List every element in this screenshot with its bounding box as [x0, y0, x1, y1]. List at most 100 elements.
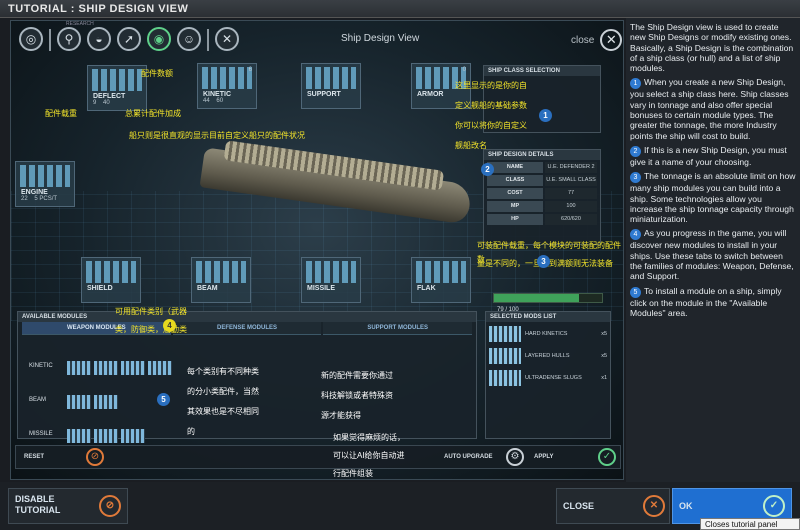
annotation: 科技解锁或者特殊资 — [321, 391, 393, 400]
slot-kinetic[interactable]: 6 KINETIC 44 60 — [197, 63, 257, 109]
research-icon[interactable]: ⚲ — [57, 27, 81, 51]
annotation: 其效果也是不尽相同 — [187, 407, 259, 416]
module-item[interactable] — [67, 429, 91, 443]
tooltip: Closes tutorial panel — [700, 518, 800, 530]
module-item[interactable] — [121, 429, 145, 443]
module-item[interactable] — [148, 361, 172, 375]
number-badge: 3 — [630, 172, 641, 184]
check-icon: ✓ — [763, 495, 785, 517]
galaxy-icon[interactable]: ◎ — [19, 27, 43, 51]
ship-design-icon[interactable]: ◉ — [147, 27, 171, 51]
annotation: 每个类别有不同种类 — [187, 367, 259, 376]
slot-deflect[interactable]: DEFLECT 9 40 — [87, 65, 147, 111]
slot-label: MISSILE — [307, 285, 336, 292]
module-item[interactable] — [67, 361, 91, 375]
fleet-icon[interactable]: ➚ — [117, 27, 141, 51]
sidebar-item: 4 As you progress in the game, you will d… — [630, 228, 794, 282]
panel-header: AVAILABLE MODULES — [18, 312, 476, 322]
slot-label: ENGINE — [21, 189, 48, 196]
close-button[interactable]: CLOSE ✕ — [556, 488, 670, 524]
list-item[interactable]: LAYERED HULLS x5 — [489, 346, 607, 366]
annotation: 类，防御类，后勤类 — [115, 325, 187, 334]
kinetic-icon — [202, 67, 252, 89]
auto-upgrade-button[interactable]: AUTO UPGRADE — [444, 454, 493, 460]
module-row-beam[interactable]: BEAM — [29, 395, 118, 409]
slot-number: 0 — [462, 67, 466, 73]
apply-button[interactable]: APPLY — [534, 454, 553, 460]
annotation: 的分小类配件，当然 — [187, 387, 259, 396]
slot-engine[interactable]: ENGINE 22 5 PCS/T — [15, 161, 75, 207]
module-item[interactable] — [94, 429, 118, 443]
research-tag: RESEARCH — [66, 21, 94, 27]
slot-label: SHIELD — [87, 285, 113, 292]
close-button-label: CLOSE — [563, 501, 595, 511]
slot-label: KINETIC — [203, 91, 231, 98]
module-item[interactable] — [121, 361, 145, 375]
diplomacy-icon[interactable]: ☺ — [177, 27, 201, 51]
slot-beam[interactable]: BEAM — [191, 257, 251, 303]
module-bars — [67, 429, 145, 443]
slot-flak[interactable]: FLAK — [411, 257, 471, 303]
annotation: 行配件组装 — [333, 469, 373, 478]
module-bars — [67, 395, 118, 409]
module-tabs: WEAPON MODULES DEFENSE MODULES SUPPORT M… — [22, 322, 473, 335]
panel-header: SHIP DESIGN DETAILS — [484, 150, 600, 160]
number-badge: 4 — [630, 229, 641, 241]
slot-counts: 44 60 — [203, 98, 224, 104]
sidebar-intro: The Ship Design view is used to create n… — [630, 22, 794, 74]
toolbar-separator — [207, 29, 209, 51]
tab-support-modules[interactable]: SUPPORT MODULES — [323, 322, 473, 335]
annotation: 新的配件需要你通过 — [321, 371, 393, 380]
slot-missile[interactable]: MISSILE — [301, 257, 361, 303]
slot-label: BEAM — [197, 285, 218, 292]
close-view-button[interactable]: close ✕ — [571, 29, 623, 51]
panel-header: SHIP CLASS SELECTION — [484, 66, 600, 76]
slot-label: DEFLECT — [93, 93, 126, 100]
module-item[interactable] — [67, 395, 91, 409]
disable-tutorial-button[interactable]: DISABLE TUTORIAL ⊘ — [8, 488, 128, 524]
slot-support[interactable]: SUPPORT — [301, 63, 361, 109]
annotation: 可以让AI给你自动进 — [333, 451, 405, 460]
module-item[interactable] — [94, 361, 118, 375]
annotation: 配件载重 — [45, 109, 77, 118]
annotation: 这里显示的是你的自 — [455, 81, 527, 90]
annotation: 配件数额 — [141, 69, 173, 78]
module-item[interactable] — [94, 395, 118, 409]
auto-upgrade-icon[interactable]: ⚙ — [506, 448, 524, 466]
window-title: TUTORIAL : SHIP DESIGN VIEW — [0, 0, 800, 18]
flak-icon — [416, 261, 466, 283]
close-icon: ✕ — [643, 495, 665, 517]
list-item[interactable]: HARD KINETICS x5 — [489, 324, 607, 344]
tutorial-sidebar: The Ship Design view is used to create n… — [626, 18, 800, 488]
annotation: 如果觉得麻烦的话， — [333, 433, 405, 442]
reset-button[interactable]: RESET — [24, 454, 44, 460]
detail-row-name[interactable]: NAME U.E. DEFENDER 2 — [487, 162, 597, 173]
number-badge: 1 — [630, 78, 641, 90]
detail-row-cost: COST 77 — [487, 188, 597, 199]
disable-icon: ⊘ — [99, 495, 121, 517]
deflect-icon — [92, 69, 142, 91]
annotation: 舰船改名 — [455, 141, 487, 150]
planet-icon[interactable]: ◒ — [87, 27, 111, 51]
slot-number: 6 — [248, 67, 252, 73]
annotation: 的 — [187, 427, 195, 436]
slot-shield[interactable]: SHIELD — [81, 257, 141, 303]
module-row-missile[interactable]: MISSILE — [29, 429, 145, 443]
missile-icon — [306, 261, 356, 283]
apply-icon[interactable]: ✓ — [598, 448, 616, 466]
number-badge: 2 — [630, 145, 641, 157]
annotation: 定义舰船的基础参数 — [455, 101, 527, 110]
game-viewport: ◎ ⚲ ◒ ➚ ◉ ☺ ✕ RESEARCH Ship Design View … — [10, 20, 624, 480]
slot-counts: 9 40 — [93, 100, 110, 106]
module-row-kinetic[interactable]: KINETIC — [29, 361, 172, 375]
reset-icon[interactable]: ⊘ — [86, 448, 104, 466]
shield-icon — [86, 261, 136, 283]
support-icon — [306, 67, 356, 89]
slot-label: SUPPORT — [307, 91, 341, 98]
tonnage-bar — [493, 293, 603, 303]
list-item[interactable]: ULTRADENSE SLUGS x1 — [489, 368, 607, 388]
tab-defense-modules[interactable]: DEFENSE MODULES — [172, 322, 322, 335]
settings-icon[interactable]: ✕ — [215, 27, 239, 51]
number-badge: 5 — [630, 286, 641, 298]
close-icon[interactable]: ✕ — [600, 29, 623, 51]
